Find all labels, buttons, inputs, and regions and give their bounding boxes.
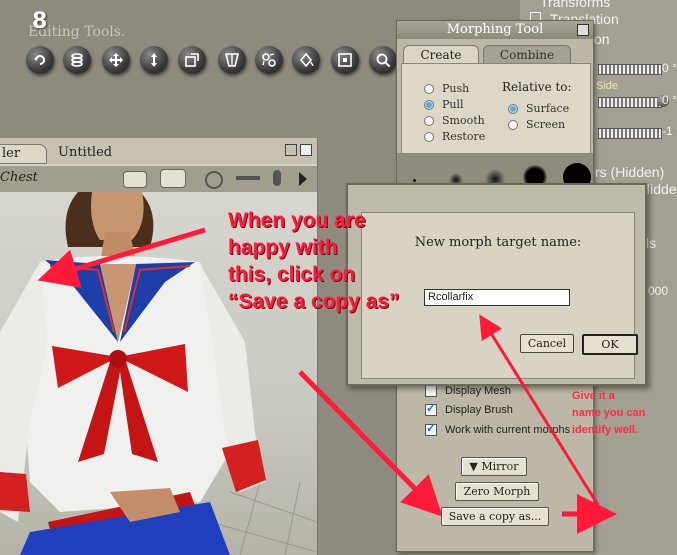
arrow-to-collar: [37, 227, 206, 288]
arrow-to-save-button: [298, 370, 443, 517]
annotation-arrows: [37, 227, 617, 534]
arrow-to-name-input: [479, 314, 600, 506]
